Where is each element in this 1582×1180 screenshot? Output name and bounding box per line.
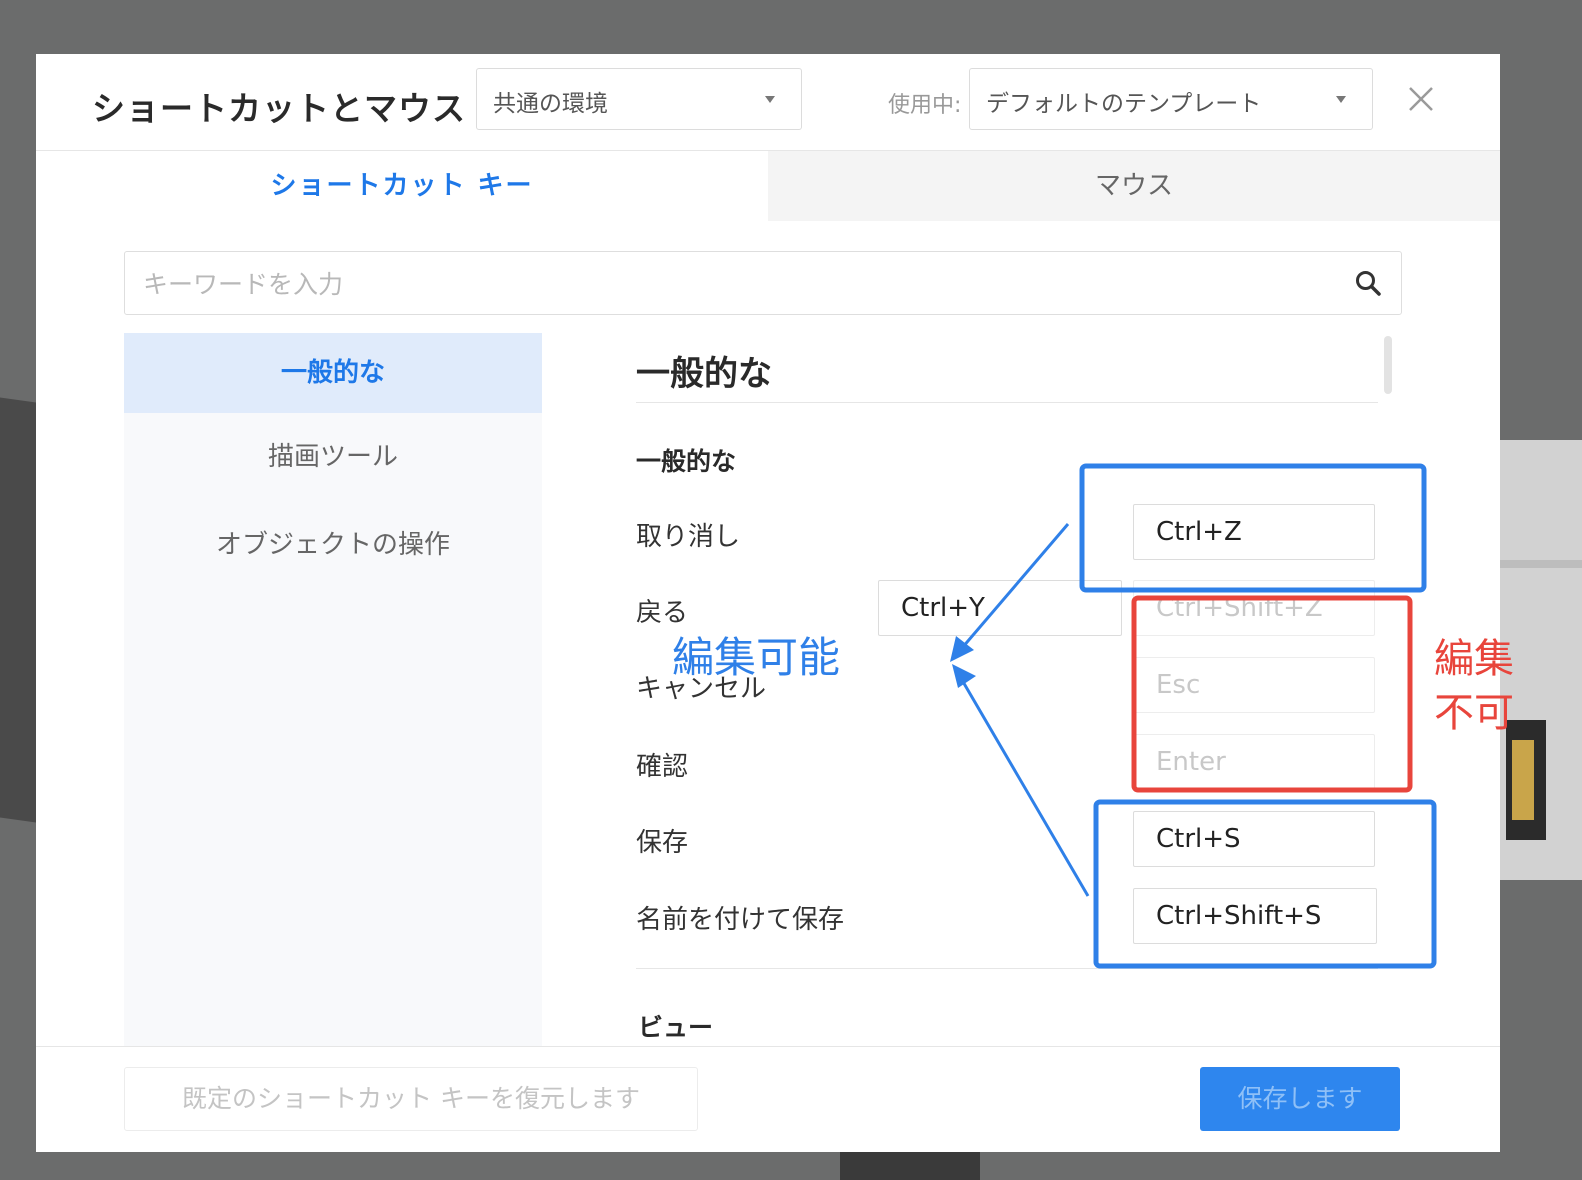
- shortcut-field-cancel: Esc: [1133, 657, 1375, 713]
- search-box: [124, 251, 1402, 315]
- close-button[interactable]: [1396, 74, 1446, 124]
- tab-bar: ショートカット キー マウス: [36, 150, 1500, 221]
- shortcut-value: Ctrl+Shift+S: [1156, 901, 1322, 931]
- dialog-footer: 既定のショートカット キーを復元します 保存します: [36, 1046, 1500, 1152]
- category-sidebar: 一般的な 描画ツール オブジェクトの操作: [124, 333, 542, 1048]
- tab-mouse[interactable]: マウス: [768, 151, 1500, 221]
- shortcut-field-redo-alt: Ctrl+Shift+Z: [1133, 580, 1375, 636]
- background-shape: [0, 397, 36, 823]
- caret-down-icon: [1336, 96, 1346, 103]
- close-icon: [1409, 87, 1433, 111]
- sidebar-item-drawing-tools[interactable]: 描画ツール: [124, 413, 542, 501]
- not-editable-annotation: 編集 不可: [1434, 632, 1534, 740]
- environment-select[interactable]: 共通の環境: [476, 68, 802, 130]
- template-select-value: デフォルトのテンプレート: [986, 91, 1262, 117]
- environment-select-value: 共通の環境: [493, 91, 608, 117]
- restore-defaults-button[interactable]: 既定のショートカット キーを復元します: [124, 1067, 698, 1131]
- group-title-view: ビュー: [638, 1013, 714, 1042]
- template-select[interactable]: デフォルトのテンプレート: [969, 68, 1373, 130]
- dialog-header: ショートカットとマウス 共通の環境 使用中: デフォルトのテンプレート: [36, 54, 1500, 150]
- background-shape: [1512, 740, 1534, 820]
- row-label-undo: 取り消し: [636, 522, 741, 552]
- section-divider: [636, 402, 1378, 403]
- save-button[interactable]: 保存します: [1200, 1067, 1400, 1131]
- shortcut-field-redo[interactable]: Ctrl+Y: [878, 580, 1122, 636]
- sidebar-item-object-operations[interactable]: オブジェクトの操作: [124, 501, 542, 589]
- caret-down-icon: [765, 96, 775, 103]
- shortcut-dialog: ショートカットとマウス 共通の環境 使用中: デフォルトのテンプレート ショート…: [36, 54, 1500, 1152]
- not-editable-annotation-line: 編集: [1434, 636, 1514, 682]
- sidebar-item-general[interactable]: 一般的な: [124, 333, 542, 413]
- tab-shortcut-keys[interactable]: ショートカット キー: [36, 151, 768, 221]
- shortcut-field-undo[interactable]: Ctrl+Z: [1133, 504, 1375, 560]
- section-title: 一般的な: [636, 354, 772, 394]
- search-input[interactable]: [141, 262, 1335, 306]
- shortcut-field-confirm: Enter: [1133, 734, 1375, 790]
- not-editable-annotation-line: 不可: [1434, 690, 1514, 736]
- row-label-save: 保存: [636, 828, 689, 858]
- background-shape: [1490, 560, 1582, 568]
- group-divider: [636, 968, 1378, 969]
- shortcut-value: Esc: [1156, 670, 1201, 700]
- shortcut-value: Ctrl+Shift+Z: [1156, 593, 1323, 623]
- group-title: 一般的な: [636, 447, 737, 476]
- search-icon[interactable]: [1353, 268, 1383, 298]
- shortcut-field-save[interactable]: Ctrl+S: [1133, 811, 1375, 867]
- scrollbar-thumb[interactable]: [1384, 336, 1392, 394]
- shortcut-value: Ctrl+Y: [901, 593, 985, 623]
- shortcut-value: Ctrl+S: [1156, 824, 1241, 854]
- dialog-title: ショートカットとマウス: [92, 89, 466, 128]
- row-label-confirm: 確認: [636, 752, 689, 782]
- shortcut-value: Enter: [1156, 747, 1226, 777]
- shortcut-field-save-as[interactable]: Ctrl+Shift+S: [1133, 888, 1377, 944]
- editable-annotation: 編集可能: [672, 633, 841, 682]
- shortcut-value: Ctrl+Z: [1156, 517, 1242, 547]
- row-label-save-as: 名前を付けて保存: [636, 905, 845, 935]
- using-label: 使用中:: [888, 93, 962, 118]
